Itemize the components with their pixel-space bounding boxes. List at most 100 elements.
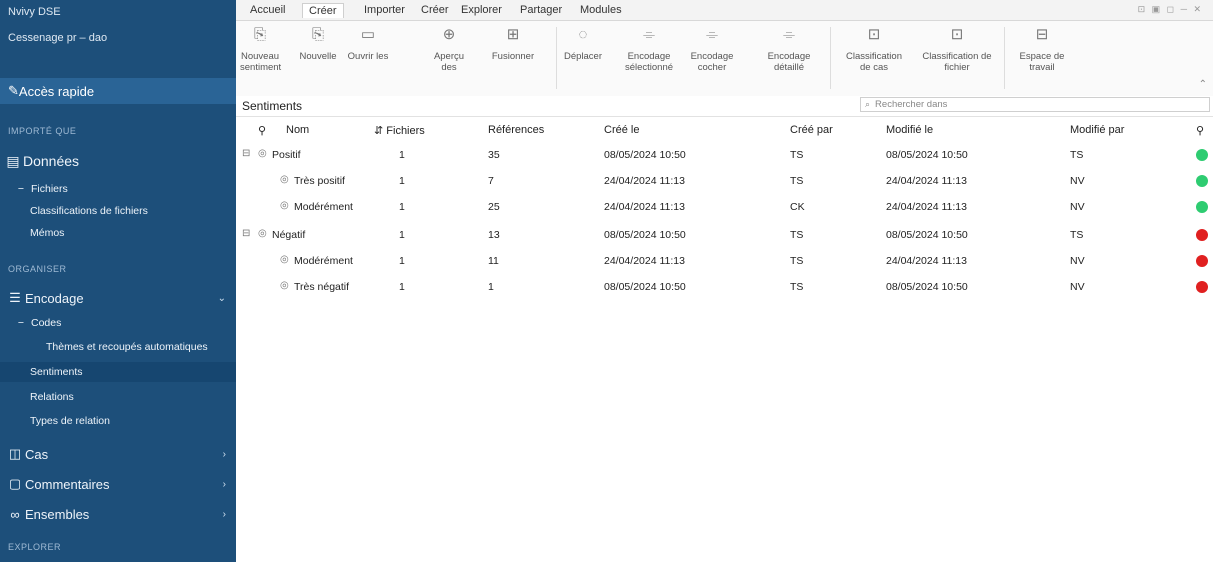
preview-button[interactable]: ⊕ Aperçu des [426, 26, 472, 73]
workspace-icon: ⊟ [1035, 26, 1049, 43]
merge-button[interactable]: ⊞ Fusionner [490, 27, 536, 62]
section-organize: ORGANISER [8, 264, 67, 274]
table-row[interactable]: ◎ Très positif 1 7 24/04/2024 11:13 TS 24/04/2… [236, 168, 1213, 194]
collapse-toggle-icon[interactable]: ⊟ [242, 228, 250, 239]
sidebar-item-codes[interactable]: − Codes [0, 314, 236, 332]
tab-partager[interactable]: Partager [520, 4, 562, 16]
sidebar-item-encodage[interactable]: ☰ Encodage ⌄ [0, 288, 236, 308]
sidebar-item-sentiments[interactable]: Sentiments [0, 362, 236, 382]
sidebar-item-relations[interactable]: Relations [0, 388, 236, 406]
open-button[interactable]: ▭ Ouvrir les [346, 27, 390, 62]
sidebar-item-label: Sentiments [30, 366, 83, 378]
column-icon-header[interactable]: ⚲ [258, 124, 266, 137]
new-node-button[interactable]: ⎘ Nouvelle [298, 27, 338, 62]
sidebar-item-label: Codes [31, 317, 62, 329]
preview-icon: ⊕ [442, 26, 456, 43]
status-color-dot [1196, 229, 1208, 241]
status-color-dot [1196, 255, 1208, 267]
sidebar-item-memos[interactable]: Mémos [0, 224, 236, 242]
table-row[interactable]: ◎ Modérément 1 25 24/04/2024 11:13 CK 24/04/20… [236, 194, 1213, 220]
cell-modified: 08/05/2024 10:50 [886, 281, 968, 293]
cell-refs: 1 [488, 281, 494, 293]
tab-creer-active[interactable]: Créer [302, 3, 344, 18]
collapse-icon: − [17, 317, 25, 329]
cell-created: 24/04/2024 11:13 [604, 255, 685, 267]
code-icon: ⌯ [642, 26, 655, 43]
sidebar-item-label: Relations [30, 391, 74, 403]
new-sentiment-button[interactable]: ⎘ Nouveau sentiment [240, 27, 281, 73]
sidebar-item-commentaires[interactable]: ▢ Commentaires › [0, 474, 236, 494]
sentiment-node-icon: ◎ [258, 148, 267, 159]
sidebar-item-label: Encodage [25, 290, 84, 306]
column-references[interactable]: Références [488, 124, 544, 136]
move-icon: ◌ [578, 26, 588, 43]
column-nom[interactable]: Nom [286, 124, 309, 136]
sidebar-item-themes[interactable]: Thèmes et recoupés automatiques [0, 338, 236, 356]
cell-files: 1 [399, 201, 405, 213]
tab-importer[interactable]: Importer [364, 4, 405, 16]
cell-created-by: CK [790, 201, 805, 213]
search-icon: ⌕ [865, 99, 871, 109]
sentiment-node-icon: ◎ [280, 280, 289, 291]
search-placeholder: Rechercher dans [875, 99, 948, 110]
table-header: ⚲ Nom ⇵ Fichiers Références Créé le Créé… [236, 120, 1213, 142]
case-classification-button[interactable]: ⊡ Classification de cas [842, 27, 906, 73]
list-toolbar: Sentiments ⌕ Rechercher dans [236, 96, 1213, 117]
chevron-right-icon: › [222, 448, 226, 460]
cell-name: Modérément [294, 255, 353, 267]
collapse-toggle-icon[interactable]: ⊟ [242, 148, 250, 159]
column-modifie-par[interactable]: Modifié par [1070, 124, 1124, 136]
tab-accueil[interactable]: Accueil [250, 4, 285, 16]
sort-icon: ⇵ [374, 125, 387, 137]
sidebar-item-cas[interactable]: ◫ Cas › [0, 444, 236, 464]
cell-modified-by: NV [1070, 281, 1085, 293]
cell-files: 1 [399, 149, 405, 161]
cell-modified: 24/04/2024 11:13 [886, 255, 967, 267]
sidebar-item-types-relation[interactable]: Types de relation [0, 412, 236, 430]
column-cree-par[interactable]: Créé par [790, 124, 833, 136]
window-controls[interactable]: ⊡ ▣ ◻ ─ ✕ [1138, 4, 1203, 15]
cell-files: 1 [399, 281, 405, 293]
ribbon-collapse-icon[interactable]: ⌃ [1199, 79, 1207, 90]
column-modifie-le[interactable]: Modifié le [886, 124, 933, 136]
file-classification-button[interactable]: ⊡ Classification de fichier [922, 27, 992, 73]
cell-name: Négatif [272, 229, 306, 241]
cell-refs: 11 [488, 255, 499, 267]
table-row[interactable]: ⊟ ◎ Positif 1 35 08/05/2024 10:50 TS 08/05/2024… [236, 142, 1213, 168]
sidebar-item-label: Ensembles [25, 506, 90, 522]
column-cree-le[interactable]: Créé le [604, 124, 639, 136]
tab-explorer[interactable]: Explorer [461, 4, 502, 16]
sidebar-item-ensembles[interactable]: ∞ Ensembles › [0, 504, 236, 524]
table-row[interactable]: ◎ Très négatif 1 1 08/05/2024 10:50 TS 08/05/2… [236, 274, 1213, 300]
sentiment-node-icon: ◎ [280, 200, 289, 211]
column-fichiers[interactable]: ⇵ Fichiers [374, 124, 425, 137]
table-row[interactable]: ⊟ ◎ Négatif 1 13 08/05/2024 10:50 TS 08/05/2024… [236, 222, 1213, 248]
sentiment-node-icon: ◎ [280, 174, 289, 185]
quick-access[interactable]: ✎ Accès rapide [0, 78, 236, 104]
cell-created-by: TS [790, 229, 804, 241]
sidebar-item-classifications[interactable]: Classifications de fichiers [0, 202, 236, 220]
cell-created-by: TS [790, 175, 804, 187]
column-status-icon[interactable]: ⚲ [1196, 124, 1204, 137]
code-check-button[interactable]: ⌯ Encodage cocher [686, 27, 738, 73]
sidebar-item-label: Commentaires [25, 476, 110, 492]
move-button[interactable]: ◌ Déplacer [560, 26, 606, 62]
cell-name: Modérément [294, 201, 353, 213]
search-input[interactable]: ⌕ Rechercher dans [860, 97, 1210, 112]
cell-refs: 7 [488, 175, 494, 187]
breadcrumb: Sentiments [242, 99, 303, 113]
code-selected-button[interactable]: ⌯ Encodage sélectionné [616, 26, 682, 73]
cell-modified-by: NV [1070, 175, 1085, 187]
tab-modules[interactable]: Modules [580, 4, 622, 16]
workspace-button[interactable]: ⊟ Espace de travail [1012, 26, 1072, 73]
cell-files: 1 [399, 175, 405, 187]
database-icon: ▤ [6, 152, 20, 169]
code-detail-button[interactable]: ⌯ Encodage détaillé [758, 27, 820, 73]
tab-creer[interactable]: Créer [421, 4, 449, 16]
sidebar: Nvivy DSE Cessenage pr – dao ✎ Accès rap… [0, 0, 236, 562]
sidebar-item-fichiers[interactable]: − Fichiers [0, 180, 236, 198]
sidebar-item-donnees[interactable]: ▤ Données [0, 150, 236, 172]
cell-modified: 08/05/2024 10:50 [886, 229, 968, 241]
project-name[interactable]: Cessenage pr – dao [8, 32, 228, 46]
table-row[interactable]: ◎ Modérément 1 11 24/04/2024 11:13 TS 24/04/20… [236, 248, 1213, 274]
